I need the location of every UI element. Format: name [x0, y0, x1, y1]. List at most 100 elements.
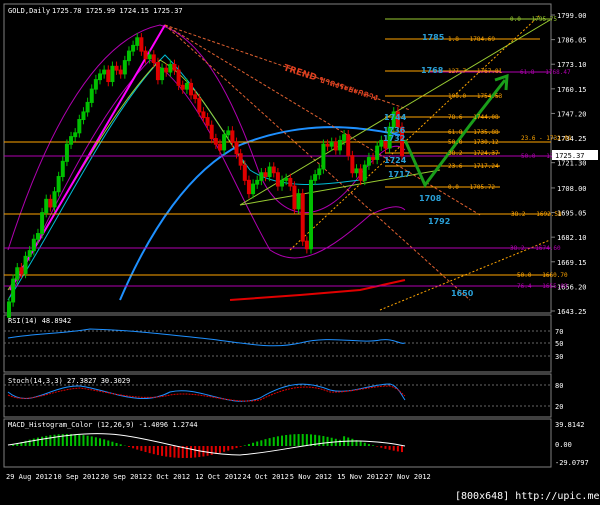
macd-bar — [376, 446, 379, 447]
fib-right-label: 38.2 - 1692.58 — [511, 211, 562, 218]
macd-bar — [70, 434, 73, 446]
macd-bar — [334, 438, 337, 446]
candle-body — [333, 141, 338, 151]
macd-bar — [136, 446, 139, 450]
date-tick-label: 2 Oct 2012 — [148, 473, 190, 481]
macd-bar — [127, 446, 130, 447]
rsi-label: RSI(14) 48.8942 — [8, 317, 71, 325]
macd-bar — [132, 446, 135, 449]
candle-body — [296, 193, 301, 210]
candle-body — [317, 168, 322, 176]
macd-bar — [235, 446, 238, 449]
macd-bar — [392, 446, 395, 451]
level-label: 1792 — [428, 217, 450, 226]
price-tick-label: 1721.30 — [557, 160, 587, 168]
rsi-level-70: 70 — [555, 328, 563, 336]
candle-body — [7, 301, 11, 318]
candle-body — [164, 67, 169, 73]
macd-bar — [53, 434, 56, 446]
fib-upper-label: 0.0 - 1795.75 — [510, 16, 557, 23]
candle-body — [193, 94, 198, 100]
candle-body — [147, 54, 152, 60]
candle-body — [81, 111, 86, 121]
candle-body — [143, 50, 148, 60]
candle-body — [180, 84, 185, 90]
price-tick-label: 1682.10 — [557, 234, 587, 242]
candle-body — [98, 73, 103, 81]
macd-bar — [372, 445, 375, 446]
macd-bar — [347, 437, 350, 446]
macd-bar — [264, 439, 267, 446]
candle-body — [93, 79, 98, 90]
candle-body — [131, 44, 136, 52]
candle-body — [371, 157, 376, 160]
candle-body — [197, 98, 202, 113]
level-label: 1708 — [419, 194, 442, 203]
macd-bar — [401, 446, 403, 453]
macd-bar — [338, 439, 341, 446]
candle-body — [106, 69, 111, 83]
macd-bar — [380, 446, 383, 448]
price-tick-label: 1747.20 — [557, 110, 587, 118]
candle-body — [118, 69, 123, 75]
fib-right-label: 61.8 - 1768.47 — [520, 69, 571, 76]
candle-body — [255, 179, 260, 185]
fib-upper-label: 61.8 - 1735.88 — [448, 129, 499, 136]
candle-body — [114, 65, 119, 71]
candle-body — [139, 37, 144, 52]
candle-body — [329, 141, 334, 147]
macd-bar — [94, 437, 97, 446]
macd-bar — [36, 437, 39, 446]
macd-bar — [49, 435, 52, 446]
date-tick-label: 15 Nov 2012 — [337, 473, 383, 481]
macd-tick-bottom: -29.0797 — [555, 459, 589, 467]
macd-label: MACD_Histogram_Color (12,26,9) -1.4096 1… — [8, 421, 198, 429]
macd-bar — [152, 446, 155, 455]
macd-bar — [194, 446, 197, 458]
macd-bar — [198, 446, 201, 458]
candle-body — [226, 130, 231, 136]
candle-body — [64, 143, 69, 162]
macd-bar — [318, 435, 321, 446]
candle-body — [321, 143, 326, 170]
macd-bar — [144, 446, 147, 453]
macd-bar — [326, 436, 329, 446]
candle-body — [40, 212, 45, 235]
macd-bar — [227, 446, 230, 451]
candle-body — [155, 62, 160, 81]
candle-body — [267, 166, 272, 178]
macd-bar — [28, 439, 31, 446]
macd-bar — [351, 438, 354, 446]
level-label: 1785 — [422, 33, 445, 42]
candle-body — [209, 124, 214, 140]
macd-bar — [322, 436, 325, 446]
candle-body — [172, 63, 177, 71]
candle-body — [292, 185, 297, 210]
macd-bar — [148, 446, 151, 454]
macd-tick-top: 39.8142 — [555, 421, 585, 429]
candle-body — [288, 177, 293, 187]
macd-bar — [293, 434, 296, 446]
candle-body — [350, 155, 355, 174]
rsi-level-50: 50 — [555, 340, 563, 348]
macd-bar — [45, 435, 48, 446]
price-tick-label: 1669.15 — [557, 259, 587, 267]
fib-upper-label: 38.2 - 1724.37 — [448, 150, 499, 157]
macd-bar — [173, 446, 176, 458]
macd-bar — [388, 446, 391, 450]
macd-bar — [74, 434, 77, 446]
macd-bar — [276, 436, 279, 446]
price-tick-label: 1786.05 — [557, 37, 587, 45]
candle-body — [271, 166, 276, 174]
fib-right-label: 38.2 - 1674.60 — [510, 245, 561, 252]
macd-bar — [90, 436, 93, 446]
candle-body — [122, 60, 127, 75]
date-tick-label: 24 Oct 2012 — [243, 473, 289, 481]
chart-canvas: GOLD,Daily 1725.78 1725.99 1724.15 1725.… — [3, 3, 600, 504]
macd-bar — [177, 446, 180, 458]
date-tick-label: 29 Aug 2012 — [6, 473, 52, 481]
candle-body — [346, 134, 351, 157]
macd-bar — [359, 441, 362, 446]
candle-body — [77, 119, 82, 134]
candle-body — [56, 176, 61, 193]
